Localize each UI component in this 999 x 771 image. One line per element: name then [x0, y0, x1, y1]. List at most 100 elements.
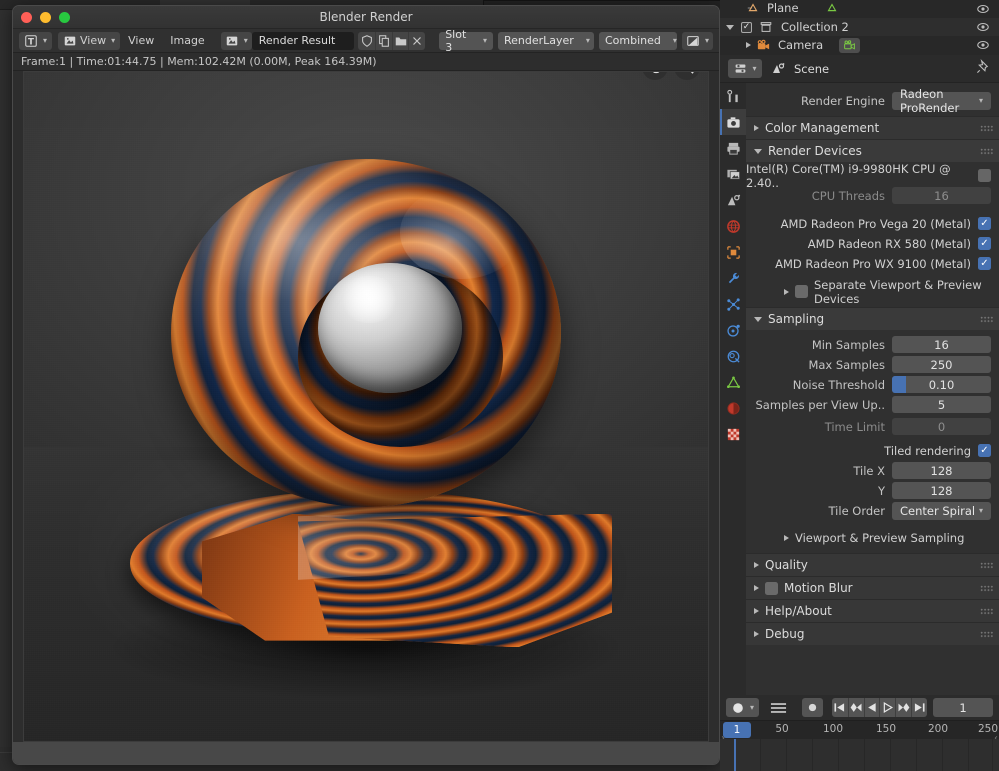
- chevron-right-icon: [754, 562, 759, 568]
- tab-world[interactable]: [720, 213, 746, 239]
- eye-icon[interactable]: [976, 2, 990, 16]
- panel-grip[interactable]: [980, 608, 993, 615]
- panel-motion-blur[interactable]: Motion Blur: [746, 576, 999, 599]
- motion-blur-checkbox[interactable]: [765, 581, 778, 595]
- outliner-row-collection2[interactable]: ✓ Collection 2: [720, 18, 999, 36]
- render-layer-dropdown[interactable]: RenderLayer ▾: [498, 31, 594, 50]
- chevron-down-icon[interactable]: [726, 24, 734, 30]
- samples-per-view-update-field[interactable]: 5: [892, 396, 991, 413]
- outliner-row-camera[interactable]: Camera: [720, 36, 999, 54]
- playhead-label[interactable]: 1: [723, 722, 751, 738]
- auto-keying-button[interactable]: [802, 698, 824, 717]
- subpanel-viewport-preview-sampling[interactable]: Viewport & Preview Sampling: [746, 527, 999, 548]
- tile-x-field[interactable]: 128: [892, 462, 991, 479]
- tab-scene[interactable]: [720, 187, 746, 213]
- pan-gizmo[interactable]: [642, 72, 668, 80]
- panel-grip[interactable]: [980, 316, 993, 323]
- tab-view-layer[interactable]: [720, 161, 746, 187]
- image-datablock-selector[interactable]: ▾: [220, 31, 252, 50]
- render-canvas-area[interactable]: [23, 71, 709, 742]
- editor-type-button[interactable]: T ▾: [19, 31, 53, 50]
- jump-to-start-button[interactable]: [832, 698, 848, 717]
- tile-order-dropdown[interactable]: Center Spiral ▾: [892, 501, 991, 520]
- max-samples-field[interactable]: 250: [892, 356, 991, 373]
- eye-icon[interactable]: [976, 38, 990, 52]
- play-button[interactable]: [879, 698, 896, 717]
- tiled-rendering-row[interactable]: Tiled rendering ✓: [746, 441, 991, 460]
- panel-render-devices[interactable]: Render Devices: [746, 139, 999, 162]
- panel-grip[interactable]: [980, 585, 993, 592]
- tile-y-field[interactable]: 128: [892, 482, 991, 499]
- datablock-actions[interactable]: [358, 31, 426, 50]
- device-gpu-0-checkbox[interactable]: ✓: [978, 217, 991, 230]
- render-engine-dropdown[interactable]: Radeon ProRender ▾: [892, 87, 991, 115]
- device-gpu-1-checkbox[interactable]: ✓: [978, 237, 991, 250]
- outliner-row-plane[interactable]: Plane: [720, 0, 999, 16]
- noise-threshold-field[interactable]: 0.10: [892, 376, 991, 393]
- menu-image[interactable]: Image: [162, 34, 212, 47]
- device-row-gpu-0[interactable]: AMD Radeon Pro Vega 20 (Metal) ✓: [746, 214, 991, 233]
- render-pass-dropdown[interactable]: Combined ▾: [599, 31, 677, 50]
- device-cpu-checkbox[interactable]: [978, 169, 991, 182]
- tab-texture[interactable]: [720, 421, 746, 447]
- collection-checkbox[interactable]: ✓: [741, 21, 752, 33]
- panel-color-management[interactable]: Color Management: [746, 116, 999, 139]
- panel-debug[interactable]: Debug: [746, 622, 999, 645]
- tab-data[interactable]: [720, 369, 746, 395]
- time-limit-field[interactable]: 0: [892, 418, 991, 435]
- tab-particles[interactable]: [720, 291, 746, 317]
- properties-editor-type-button[interactable]: ▾: [728, 59, 762, 78]
- timeline-editor-type-button[interactable]: ▾: [726, 698, 760, 717]
- menu-view[interactable]: View: [120, 34, 162, 47]
- navigation-gizmos[interactable]: [642, 72, 700, 80]
- current-frame-field[interactable]: 1: [933, 698, 993, 717]
- open-image-button[interactable]: [391, 31, 409, 50]
- display-channels-button[interactable]: ▾: [682, 31, 714, 50]
- subpanel-separate-viewport[interactable]: Separate Viewport & Preview Devices: [746, 278, 999, 306]
- timeline-playhead[interactable]: [734, 739, 736, 771]
- transport-controls[interactable]: [832, 698, 927, 717]
- panel-grip[interactable]: [980, 631, 993, 638]
- next-keyframe-button[interactable]: [895, 698, 912, 717]
- chevron-right-icon[interactable]: [746, 42, 751, 48]
- panel-grip[interactable]: [980, 148, 993, 155]
- tab-constraints[interactable]: [720, 343, 746, 369]
- panel-quality[interactable]: Quality: [746, 553, 999, 576]
- cpu-threads-field[interactable]: 16: [892, 187, 991, 204]
- new-image-button[interactable]: [374, 31, 392, 50]
- tab-output[interactable]: [720, 135, 746, 161]
- panel-grip[interactable]: [980, 125, 993, 132]
- timeline-ruler[interactable]: 1 50 100 150 200 250 › ‹: [720, 721, 999, 744]
- pin-icon[interactable]: [976, 59, 991, 78]
- fake-user-button[interactable]: [358, 31, 375, 50]
- unlink-image-button[interactable]: [408, 31, 426, 50]
- panel-grip[interactable]: [980, 562, 993, 569]
- camera-data-badge[interactable]: [839, 37, 861, 53]
- prev-keyframe-button[interactable]: [847, 698, 864, 717]
- panel-sampling[interactable]: Sampling: [746, 307, 999, 330]
- tab-render[interactable]: [720, 109, 746, 135]
- timeline-track-area[interactable]: [720, 739, 999, 771]
- device-gpu-2-checkbox[interactable]: ✓: [978, 257, 991, 270]
- device-row-gpu-1[interactable]: AMD Radeon RX 580 (Metal) ✓: [746, 234, 991, 253]
- zoom-gizmo[interactable]: [674, 72, 700, 80]
- play-reverse-button[interactable]: [863, 698, 880, 717]
- tab-object[interactable]: [720, 239, 746, 265]
- device-row-cpu[interactable]: Intel(R) Core(TM) i9-9980HK CPU @ 2.40..: [746, 162, 991, 190]
- tab-modifiers[interactable]: [720, 265, 746, 291]
- timeline-menu-button[interactable]: [765, 698, 792, 717]
- tab-tool[interactable]: [720, 83, 746, 109]
- image-name-field[interactable]: Render Result: [251, 31, 355, 50]
- properties-tab-column[interactable]: [720, 83, 746, 695]
- panel-help-about[interactable]: Help/About: [746, 599, 999, 622]
- eye-icon[interactable]: [976, 20, 990, 34]
- min-samples-field[interactable]: 16: [892, 336, 991, 353]
- tab-material[interactable]: [720, 395, 746, 421]
- tiled-rendering-checkbox[interactable]: ✓: [978, 444, 991, 457]
- device-row-gpu-2[interactable]: AMD Radeon Pro WX 9100 (Metal) ✓: [746, 254, 991, 273]
- render-slot-dropdown[interactable]: Slot 3 ▾: [439, 28, 493, 54]
- tab-physics[interactable]: [720, 317, 746, 343]
- jump-to-end-button[interactable]: [911, 698, 927, 717]
- separate-viewport-checkbox[interactable]: [795, 285, 808, 298]
- view-mode-button[interactable]: View ▾: [58, 31, 121, 50]
